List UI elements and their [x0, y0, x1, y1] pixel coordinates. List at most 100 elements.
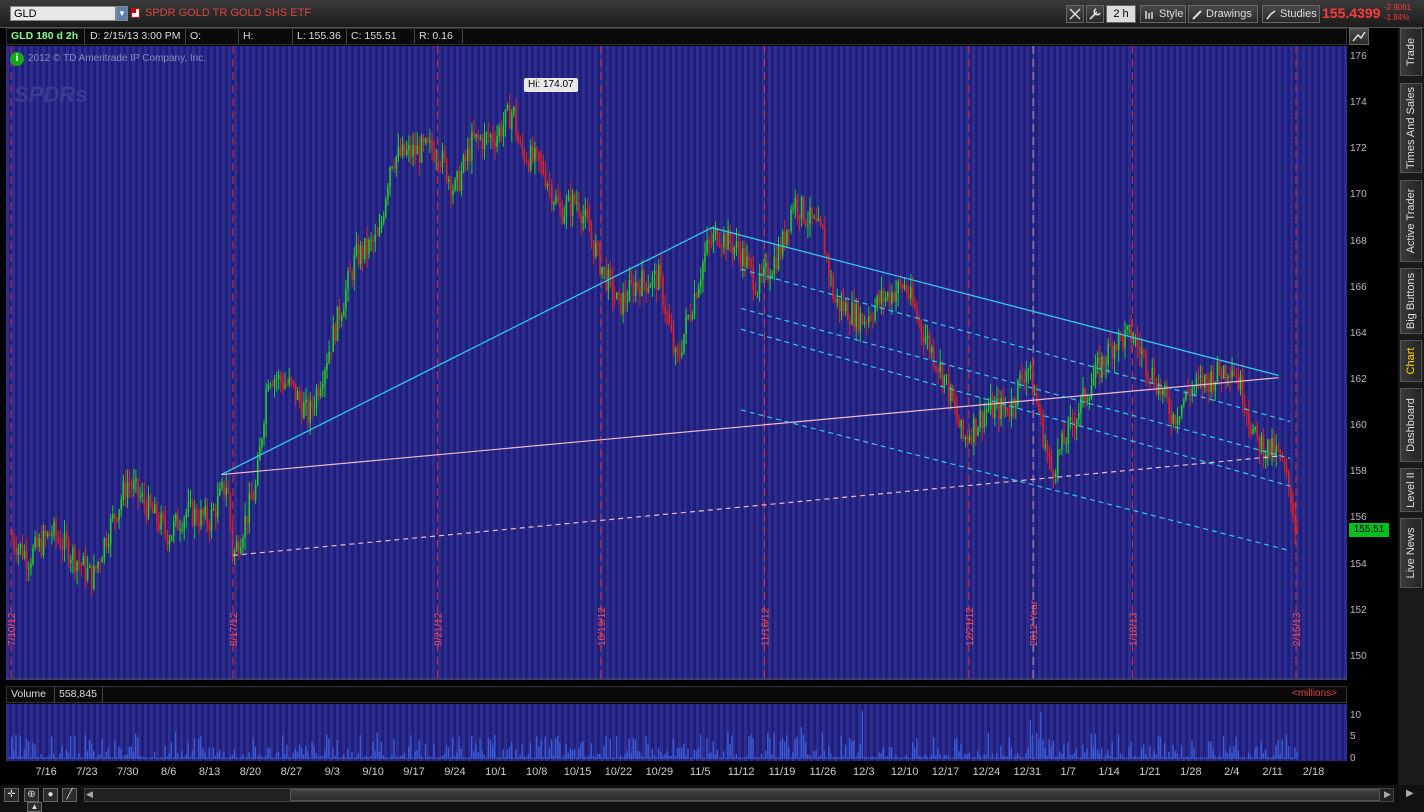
candle-body — [733, 247, 736, 254]
tab-level-ii[interactable]: Level II — [1400, 468, 1422, 512]
volume-bar — [93, 751, 95, 759]
style-button[interactable]: Style — [1140, 5, 1186, 23]
scroll-left-icon[interactable]: ◀ — [86, 789, 93, 800]
volume-bar — [861, 710, 863, 759]
candle-body — [983, 413, 986, 428]
volume-bar — [1197, 757, 1199, 759]
candle-body — [756, 293, 759, 295]
bg-stripe — [174, 46, 177, 680]
pan-icon[interactable]: ✛ — [4, 788, 19, 802]
tab-chart[interactable]: Chart — [1400, 340, 1422, 382]
scroll-thumb[interactable] — [290, 789, 1380, 801]
candle-body — [1067, 419, 1070, 444]
bg-stripe — [150, 704, 153, 761]
candle-body — [332, 324, 335, 353]
crosshair-tool-icon[interactable] — [1066, 5, 1084, 23]
candle-body — [475, 134, 477, 137]
candle-body — [1180, 405, 1183, 417]
candle-body — [305, 399, 307, 403]
candle-body — [130, 484, 133, 489]
volume-bar — [872, 756, 874, 759]
volume-bar — [1224, 751, 1227, 759]
volume-label[interactable]: Volume — [7, 687, 55, 702]
candle-body — [582, 216, 584, 224]
candle-body — [217, 495, 219, 517]
candle-body — [271, 384, 274, 387]
candle-body — [668, 314, 671, 324]
candle-body — [645, 282, 647, 292]
volume-bar — [1094, 733, 1097, 759]
volume-bar — [189, 756, 191, 759]
volume-bar — [345, 757, 347, 759]
drawings-button[interactable]: Drawings — [1188, 5, 1258, 23]
volume-bar — [399, 755, 401, 759]
tab-trade[interactable]: Trade — [1400, 28, 1422, 76]
tab-live-news[interactable]: Live News — [1400, 518, 1422, 588]
sphere-icon[interactable]: ● — [43, 788, 58, 802]
studies-button[interactable]: Studies — [1262, 5, 1320, 23]
line-draw-icon[interactable]: ╱ — [62, 788, 77, 802]
bg-stripe — [864, 704, 867, 761]
bg-stripe — [246, 46, 249, 680]
candle-body — [1101, 356, 1103, 379]
volume-bar — [78, 753, 80, 759]
volume-bar — [624, 754, 626, 759]
tab-dashboard[interactable]: Dashboard — [1400, 388, 1422, 462]
bg-stripe — [228, 704, 231, 761]
volume-bar — [603, 745, 605, 759]
candle-body — [107, 544, 110, 548]
wrench-icon[interactable] — [1086, 5, 1104, 23]
zoom-icon[interactable]: ⊕ — [24, 788, 39, 802]
candle-body — [1162, 389, 1164, 395]
chart-settings-icon[interactable] — [1349, 28, 1369, 45]
price-chart[interactable]: 7/10/12 8/17/12 9/21/12 10/19/12 11/16/12 12/… — [6, 46, 1347, 680]
candle-body — [338, 306, 341, 321]
candle-body — [252, 499, 255, 501]
watermark-logo: SPDRs — [14, 82, 88, 107]
volume-bar — [179, 757, 181, 759]
candle-body — [922, 333, 925, 343]
volume-bar — [737, 757, 740, 759]
symbol-dropdown-icon[interactable]: ▼ — [116, 6, 128, 21]
volume-bar — [57, 757, 59, 759]
chart-symbol-period[interactable]: GLD 180 d 2h — [7, 29, 85, 44]
bg-stripe — [924, 46, 927, 680]
candle-body — [1288, 471, 1290, 487]
volume-bar — [519, 755, 521, 759]
expand-up-icon[interactable]: ▲ — [27, 802, 42, 812]
tab-times-and-sales[interactable]: Times And Sales — [1400, 83, 1422, 173]
bg-stripe — [846, 46, 849, 680]
volume-bar — [233, 749, 236, 759]
volume-bar — [82, 757, 84, 759]
candle-body — [721, 246, 723, 248]
scroll-end-icon[interactable]: ▶ — [1406, 788, 1414, 799]
volume-bar — [59, 753, 61, 759]
bg-stripe — [786, 46, 789, 680]
volume-bar — [905, 754, 908, 759]
info-icon[interactable]: i — [10, 52, 24, 66]
flag-icon[interactable] — [131, 8, 140, 18]
tab-big-buttons[interactable]: Big Buttons — [1400, 268, 1422, 334]
price-axis[interactable]: 176 174 172 170 168 166 164 162 160 158 156 154 152 1… — [1347, 46, 1393, 680]
bar-open: O: 155.36 — [186, 29, 239, 57]
candle-body — [406, 149, 408, 155]
volume-bar — [156, 757, 158, 759]
symbol-input[interactable]: GLD — [10, 6, 116, 21]
candle-body — [456, 171, 458, 180]
interval-button[interactable]: 2 h — [1106, 5, 1136, 23]
volume-bar — [565, 743, 567, 759]
volume-bar — [466, 757, 469, 759]
time-axis[interactable]: 7/16 7/23 7/30 8/6 8/13 8/20 8/27 9/3 9/10 9/17 9/… — [6, 762, 1347, 784]
tab-active-trader[interactable]: Active Trader — [1400, 180, 1422, 262]
bg-stripe — [768, 46, 771, 680]
candle-body — [340, 316, 343, 321]
scroll-right-icon[interactable]: ▶ — [1384, 789, 1391, 800]
candle-body — [504, 109, 507, 126]
candle-body — [752, 266, 755, 291]
bg-stripe — [120, 46, 123, 680]
candle-body — [86, 567, 89, 580]
volume-bar — [363, 756, 366, 759]
volume-chart[interactable] — [6, 704, 1347, 761]
candle-body — [17, 547, 20, 555]
volume-bar — [1143, 744, 1145, 759]
